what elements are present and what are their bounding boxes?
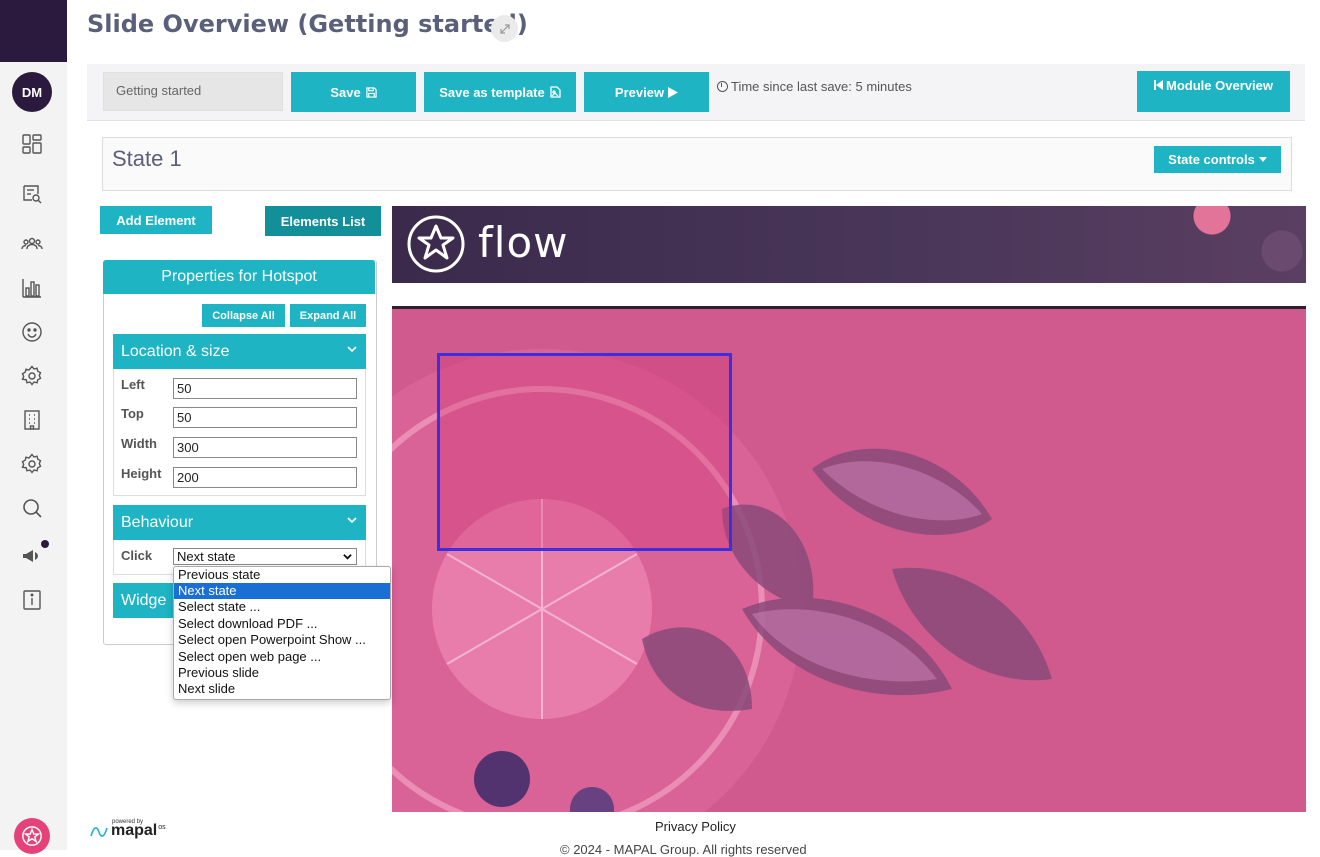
- option-next-state[interactable]: Next state: [174, 583, 390, 599]
- behaviour-label: Behaviour: [121, 513, 194, 531]
- expand-button[interactable]: [491, 15, 518, 42]
- clock-icon: [717, 81, 728, 92]
- location-size-section[interactable]: Location & size: [113, 334, 366, 369]
- state-controls-label: State controls: [1168, 152, 1255, 167]
- dashboard-icon[interactable]: [20, 132, 44, 156]
- top-input[interactable]: 50: [173, 407, 357, 428]
- click-action-dropdown: Previous state Next state Select state .…: [173, 566, 391, 700]
- option-previous-state[interactable]: Previous state: [174, 567, 390, 583]
- click-select-value: Next state: [177, 549, 236, 564]
- sidebar-brand-area: [0, 0, 67, 62]
- chevron-down-icon: [343, 554, 352, 560]
- play-icon: [668, 86, 679, 98]
- mapal-brand-suffix: os: [158, 824, 166, 831]
- megaphone-icon[interactable]: [20, 544, 44, 568]
- click-label: Click: [121, 548, 153, 563]
- option-select-state[interactable]: Select state ...: [174, 599, 390, 615]
- notification-dot: [41, 540, 49, 548]
- click-action-select[interactable]: Next state: [173, 548, 357, 565]
- flow-star-icon[interactable]: [14, 818, 50, 854]
- save-button[interactable]: Save: [291, 72, 416, 112]
- chart-icon[interactable]: [20, 276, 44, 300]
- left-input[interactable]: 50: [173, 378, 357, 399]
- chevron-down-icon: [347, 517, 357, 524]
- smiley-icon[interactable]: [20, 320, 44, 344]
- chevron-down-icon: [347, 346, 357, 353]
- save-label: Save: [330, 84, 361, 100]
- settings-icon[interactable]: [20, 364, 44, 388]
- avatar[interactable]: DM: [12, 72, 52, 112]
- floppy-icon: [366, 86, 377, 98]
- properties-title: Properties for Hotspot: [103, 260, 375, 294]
- building-icon[interactable]: [20, 408, 44, 432]
- elements-list-button[interactable]: Elements List: [265, 206, 381, 236]
- save-as-template-button[interactable]: Save as template: [424, 72, 576, 112]
- state-title: State 1: [112, 146, 182, 171]
- skip-back-icon: [1154, 80, 1164, 90]
- left-label: Left: [121, 377, 145, 392]
- module-name-field[interactable]: Getting started: [103, 72, 283, 111]
- users-icon[interactable]: [20, 232, 44, 256]
- last-save-text: Time since last save: 5 minutes: [731, 79, 912, 94]
- add-element-button[interactable]: Add Element: [100, 206, 212, 234]
- state-controls-button[interactable]: State controls: [1154, 146, 1281, 173]
- hotspot-element[interactable]: [437, 353, 732, 551]
- expand-all-button[interactable]: Expand All: [290, 304, 366, 327]
- option-select-open-powerpoint[interactable]: Select open Powerpoint Show ...: [174, 632, 390, 648]
- collapse-all-button[interactable]: Collapse All: [202, 304, 285, 327]
- preview-button[interactable]: Preview: [584, 72, 709, 112]
- width-input[interactable]: 300: [173, 437, 357, 458]
- height-label: Height: [121, 466, 162, 481]
- module-overview-label: Module Overview: [1166, 78, 1273, 93]
- decor-fruit: [1182, 206, 1306, 283]
- option-next-slide[interactable]: Next slide: [174, 681, 390, 697]
- option-select-download-pdf[interactable]: Select download PDF ...: [174, 616, 390, 632]
- template-icon: [550, 86, 561, 98]
- expand-icon: [499, 23, 510, 34]
- search-list-icon[interactable]: [20, 182, 44, 206]
- widget-label: Widge: [121, 591, 167, 609]
- page-title: Slide Overview (Getting started): [87, 10, 528, 38]
- privacy-policy-link[interactable]: Privacy Policy: [655, 819, 736, 834]
- top-label: Top: [121, 406, 144, 421]
- search-icon[interactable]: [20, 496, 44, 520]
- option-previous-slide[interactable]: Previous slide: [174, 665, 390, 681]
- slide-band: [392, 283, 1306, 308]
- location-size-label: Location & size: [121, 342, 230, 360]
- info-icon[interactable]: [20, 588, 44, 612]
- height-input[interactable]: 200: [173, 467, 357, 488]
- save-as-template-label: Save as template: [439, 84, 545, 100]
- flow-logo-icon: [407, 215, 465, 273]
- behaviour-section[interactable]: Behaviour: [113, 505, 366, 540]
- mapal-brand-text: mapal: [111, 822, 158, 839]
- slide-header-banner: flow: [392, 206, 1306, 283]
- caret-down-icon: [1258, 157, 1267, 162]
- last-save-status: Time since last save: 5 minutes: [717, 79, 912, 94]
- module-overview-button[interactable]: Module Overview: [1137, 71, 1290, 112]
- sidebar: DM: [0, 0, 67, 854]
- mapal-wave-icon: [90, 827, 108, 837]
- preview-label: Preview: [614, 84, 665, 100]
- width-label: Width: [121, 436, 157, 451]
- state-bar: [102, 137, 1292, 191]
- settings-icon[interactable]: [20, 452, 44, 476]
- flow-logo-text: flow: [478, 218, 569, 267]
- option-select-open-web-page[interactable]: Select open web page ...: [174, 649, 390, 665]
